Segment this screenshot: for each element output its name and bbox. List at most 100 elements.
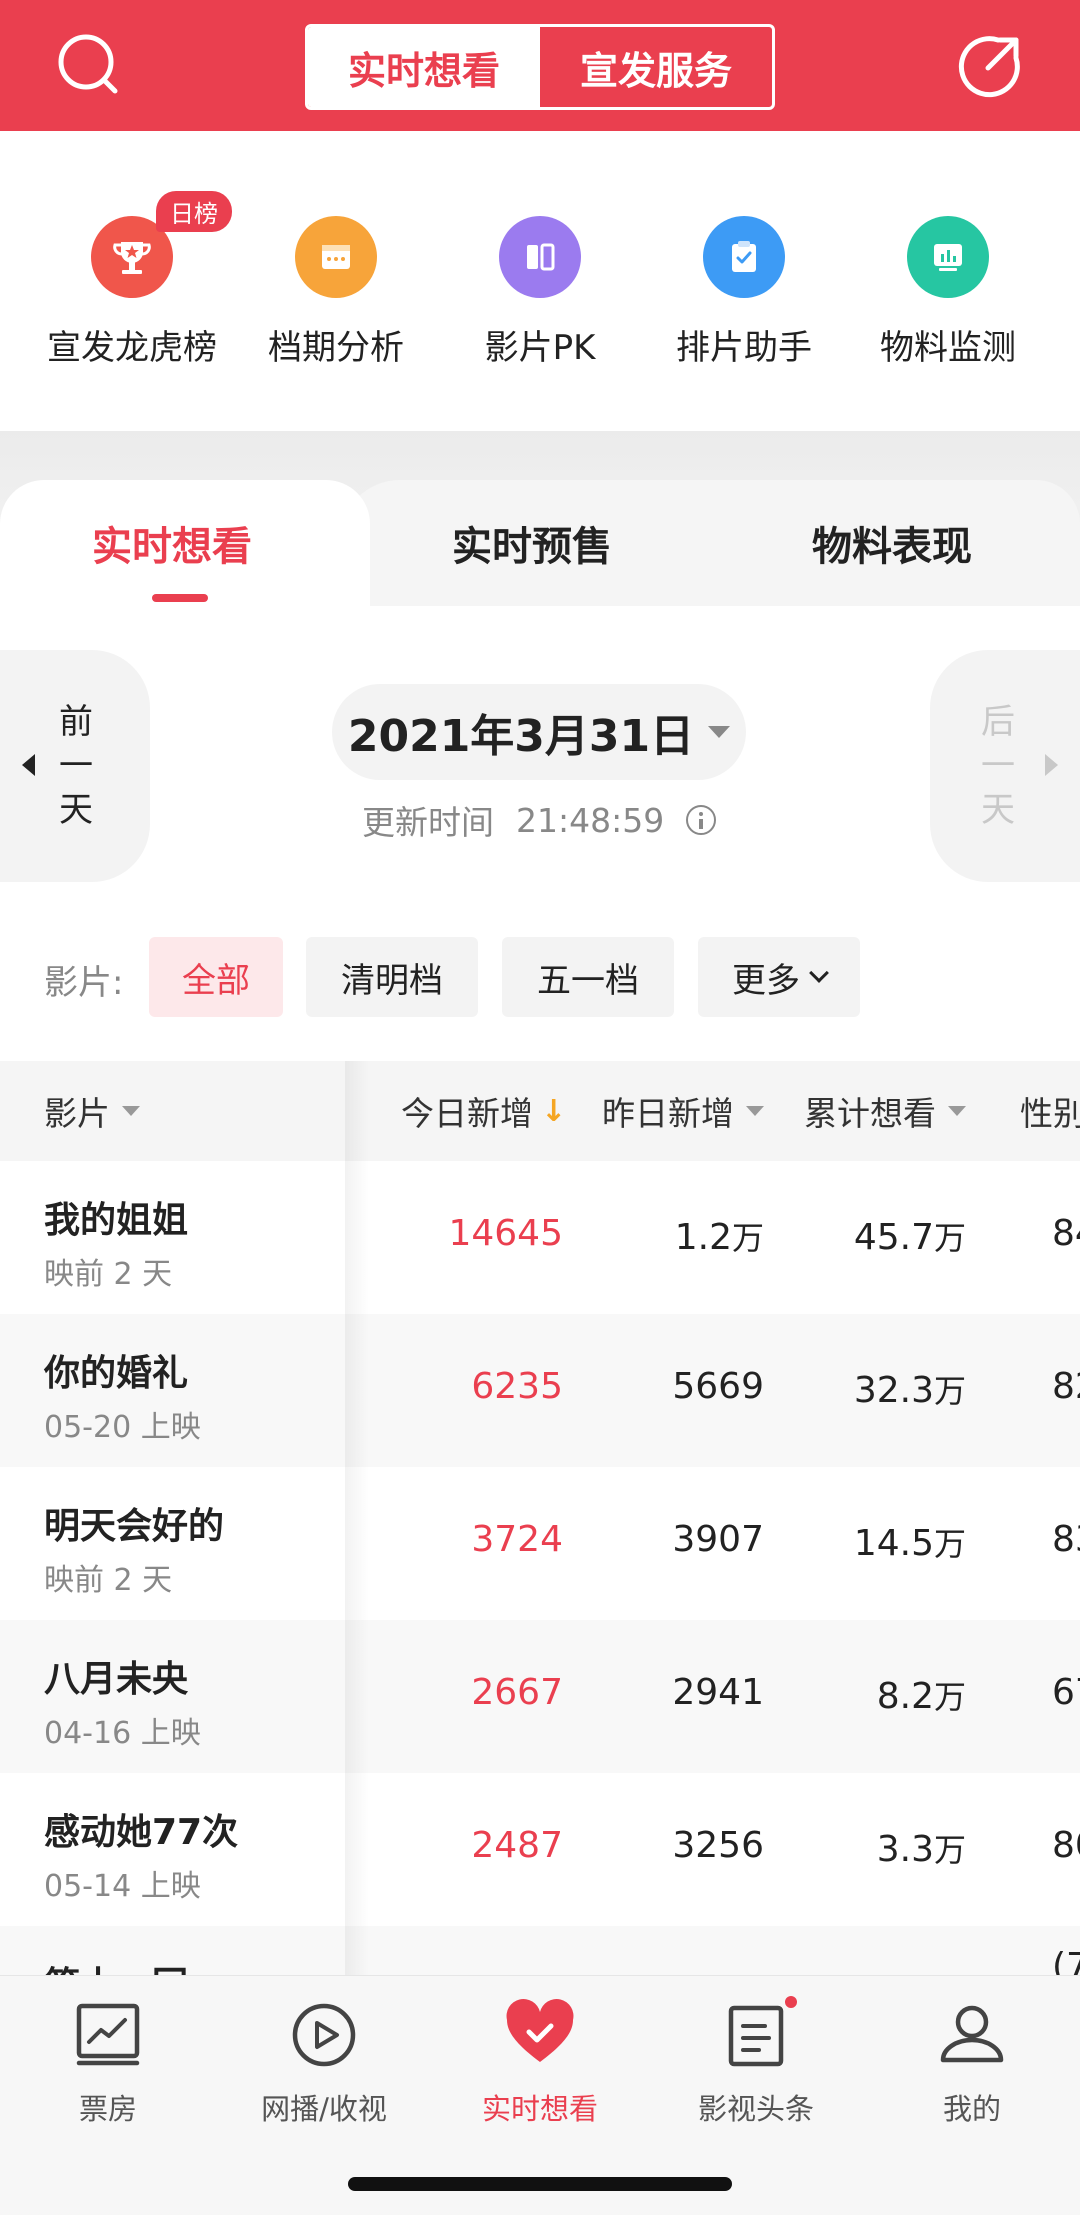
selected-date: 2021年3月31日 — [347, 711, 695, 762]
search-icon[interactable] — [52, 28, 128, 104]
nav-realtime-want[interactable]: 实时想看 — [432, 1998, 648, 2128]
yesterday-new: 5669 — [672, 1366, 764, 1407]
film-release-info: 05-20 上映 — [44, 1410, 201, 1445]
yesterday-new: 2941 — [672, 1672, 764, 1713]
film-name: 第十一回 — [44, 1956, 188, 1975]
quick-item-label: 档期分析 — [268, 328, 404, 368]
table-row[interactable]: 明天会好的 映前 2 天 3724 3907 14.5万 83 — [0, 1467, 1080, 1620]
film-name: 八月未央 — [44, 1659, 189, 1700]
quick-actions: 日榜 宣发龙虎榜 档期分析 影片PK 排片助手 物料监测 — [0, 131, 1080, 431]
table-row[interactable]: 我的姐姐 映前 2 天 14645 1.2万 45.7万 84 — [0, 1161, 1080, 1314]
film-release-info: 映前 2 天 — [44, 1563, 173, 1598]
previous-day-label: 前一天 — [59, 702, 93, 830]
share-icon[interactable] — [952, 28, 1028, 104]
today-new: 2487 — [471, 1825, 563, 1866]
filter-chip-qingming[interactable]: 清明档 — [306, 937, 478, 1017]
yesterday-new-value: 1.2 — [674, 1217, 732, 1258]
quick-item-label: 影片PK — [484, 328, 596, 368]
today-new: 2667 — [471, 1672, 563, 1713]
active-tab-indicator — [152, 594, 208, 602]
total-want-value: 8.2 — [876, 1676, 934, 1717]
total-want-value: 45.7 — [853, 1217, 934, 1258]
table-row[interactable]: 你的婚礼 05-20 上映 6235 5669 32.3万 82 — [0, 1314, 1080, 1467]
calendar-icon — [295, 216, 377, 298]
yesterday-new-value: 2941 — [672, 1672, 764, 1713]
quick-item-film-pk[interactable]: 影片PK — [438, 216, 642, 369]
quick-item-schedule-helper[interactable]: 排片助手 — [642, 216, 846, 369]
film-release-info: 05-14 上映 — [44, 1869, 201, 1904]
today-new: 6235 — [471, 1366, 563, 1407]
film-release-info: 映前 2 天 — [44, 1257, 173, 1292]
table-row[interactable]: 第十一回 (7 — [0, 1926, 1080, 1975]
header-film-label: 影片 — [44, 1094, 110, 1133]
table-header: 影片 今日新增 ↓ 昨日新增 累计想看 性别 — [0, 1061, 1080, 1161]
app-screen: 实时想看 宣发服务 日榜 宣发龙虎榜 档期分析 影片PK 排片助手 物料监测 实… — [0, 0, 1080, 2215]
tab-material-performance[interactable]: 物料表现 — [812, 514, 972, 572]
table-row[interactable]: 八月未央 04-16 上映 2667 2941 8.2万 67 — [0, 1620, 1080, 1773]
nav-box-office[interactable]: 票房 — [0, 1998, 216, 2128]
filter-chip-mayday[interactable]: 五一档 — [502, 937, 674, 1017]
header-today-label: 今日新增 — [401, 1094, 533, 1133]
sort-caret-icon — [948, 1106, 966, 1116]
bar-chart-icon — [907, 216, 989, 298]
film-name: 明天会好的 — [44, 1506, 225, 1547]
header-total[interactable]: 累计想看 — [804, 1087, 966, 1135]
yesterday-new-value: 5669 — [672, 1366, 764, 1407]
nav-streaming-ratings[interactable]: 网播/收视 — [216, 1998, 432, 2128]
sort-desc-arrow-icon: ↓ — [541, 1093, 567, 1129]
total-want: 45.7万 — [854, 1213, 966, 1259]
header-total-label: 累计想看 — [804, 1094, 936, 1133]
total-want-unit: 万 — [933, 1525, 966, 1563]
nav-mine[interactable]: 我的 — [864, 1998, 1080, 2128]
quick-item-label: 宣发龙虎榜 — [47, 328, 217, 368]
header-today[interactable]: 今日新增 ↓ — [401, 1087, 566, 1135]
table-row[interactable]: 感动她77次 05-14 上映 2487 3256 3.3万 80 — [0, 1773, 1080, 1926]
caret-right-icon — [1045, 754, 1058, 776]
segment-realtime-want[interactable]: 实时想看 — [308, 27, 540, 107]
nav-label: 票房 — [78, 2092, 137, 2126]
want-to-see-table: 影片 今日新增 ↓ 昨日新增 累计想看 性别 我的姐姐 映前 2 天 14645 … — [0, 1061, 1080, 1975]
nav-news[interactable]: 影视头条 — [648, 1994, 864, 2128]
nav-label: 网播/收视 — [261, 2092, 387, 2126]
header-yesterday-label: 昨日新增 — [602, 1094, 734, 1133]
previous-day-button[interactable]: 前一天 — [0, 650, 150, 882]
yesterday-new-unit: 万 — [731, 1219, 764, 1257]
total-want: 14.5万 — [854, 1519, 966, 1565]
section-tabs: 实时想看 实时预售 物料表现 — [0, 480, 1080, 606]
quick-item-ranking[interactable]: 日榜 宣发龙虎榜 — [30, 191, 234, 369]
daily-ranking-badge: 日榜 — [156, 191, 232, 232]
heart-check-icon — [503, 1998, 577, 2072]
segment-promotion-service[interactable]: 宣发服务 — [540, 27, 772, 107]
header-film[interactable]: 影片 — [44, 1087, 140, 1135]
gender-ratio: (7 — [1052, 1946, 1080, 1975]
sort-caret-icon — [122, 1106, 140, 1116]
quick-item-material-monitor[interactable]: 物料监测 — [846, 216, 1050, 369]
info-icon[interactable] — [686, 805, 717, 835]
filter-chip-all[interactable]: 全部 — [149, 937, 283, 1017]
nav-label: 影视头条 — [697, 2092, 814, 2126]
header-yesterday[interactable]: 昨日新增 — [602, 1087, 764, 1135]
today-new: 14645 — [448, 1213, 563, 1254]
quick-item-schedule-analysis[interactable]: 档期分析 — [234, 216, 438, 369]
compare-icon — [499, 216, 581, 298]
next-day-button[interactable]: 后一天 — [930, 650, 1080, 882]
top-bar: 实时想看 宣发服务 — [0, 0, 1080, 131]
total-want-value: 32.3 — [853, 1370, 934, 1411]
chevron-down-icon — [809, 963, 829, 983]
date-navigator: 前一天 2021年3月31日 更新时间 21:48:59 后一天 — [0, 606, 1080, 906]
tab-realtime-want[interactable]: 实时想看 — [92, 514, 252, 572]
date-picker[interactable]: 2021年3月31日 — [332, 684, 746, 780]
home-indicator — [348, 2177, 732, 2191]
filter-chip-more[interactable]: 更多 — [698, 937, 860, 1017]
film-filter-bar: 影片: 全部 清明档 五一档 更多 — [0, 906, 1080, 1061]
nav-label: 我的 — [942, 2092, 1001, 2126]
total-want-unit: 万 — [933, 1219, 966, 1257]
film-release-info: 04-16 上映 — [44, 1716, 201, 1751]
total-want-value: 14.5 — [853, 1523, 934, 1564]
update-time-label: 更新时间 — [362, 803, 494, 842]
tab-realtime-presale[interactable]: 实时预售 — [452, 514, 612, 572]
today-new: 3724 — [471, 1519, 563, 1560]
nav-label: 实时想看 — [481, 2092, 598, 2126]
yesterday-new-value: 3907 — [672, 1519, 764, 1560]
header-gender[interactable]: 性别 — [1020, 1087, 1080, 1135]
